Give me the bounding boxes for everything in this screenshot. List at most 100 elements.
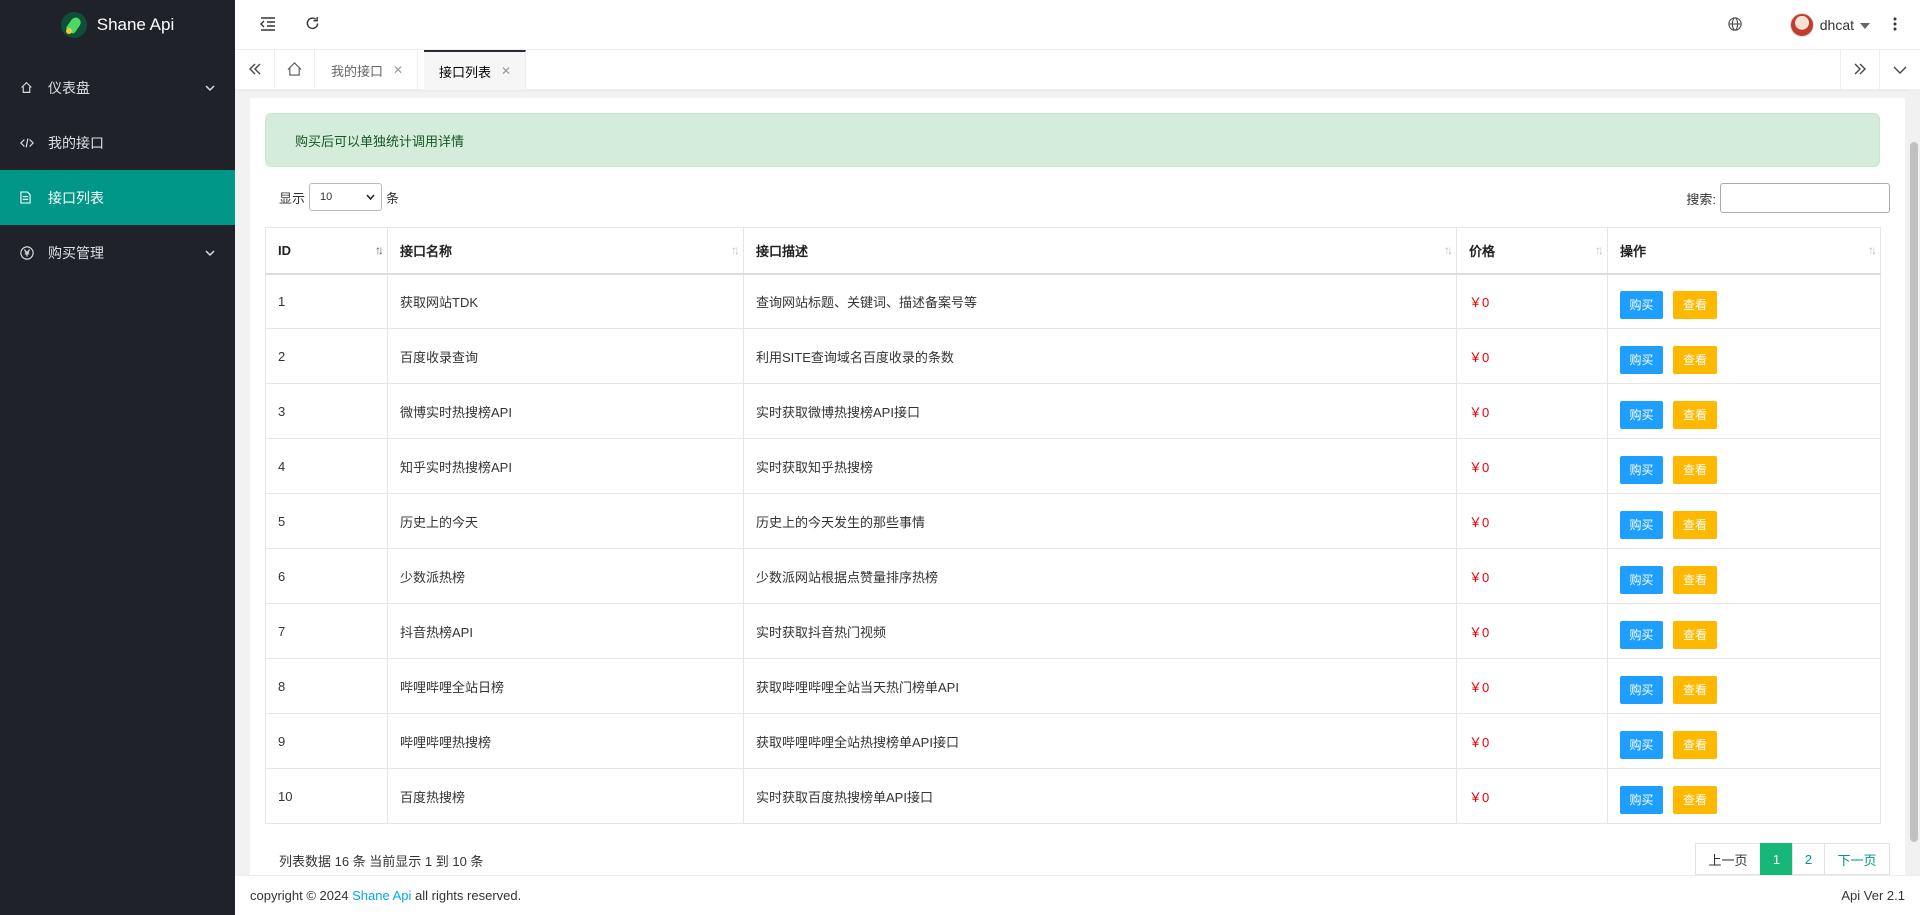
buy-button[interactable]: 购买 — [1620, 290, 1663, 319]
cell-actions: 购买 查看 — [1607, 603, 1881, 659]
buy-button[interactable]: 购买 — [1620, 620, 1663, 649]
tab-api-list[interactable]: 接口列表 ✕ — [424, 50, 527, 90]
brand[interactable]: Shane Api — [0, 0, 235, 50]
close-icon[interactable]: ✕ — [393, 63, 403, 77]
cell-price: ￥0 — [1456, 493, 1608, 549]
view-button[interactable]: 查看 — [1673, 400, 1717, 429]
tabs-scroll-right-button[interactable] — [1840, 50, 1880, 90]
cell-name: 百度热搜榜 — [387, 768, 744, 824]
tab-my-apis[interactable]: 我的接口 ✕ — [316, 50, 419, 90]
toggle-sidebar-button[interactable] — [253, 0, 283, 50]
buy-button[interactable]: 购买 — [1620, 510, 1663, 539]
sort-icon: ↑↓ — [1595, 243, 1604, 257]
cell-description: 实时获取百度热搜榜单API接口 — [743, 768, 1457, 824]
home-tab-button[interactable] — [275, 50, 315, 90]
tabs-bar: 我的接口 ✕ 接口列表 ✕ — [235, 50, 1920, 90]
tabs-menu-button[interactable] — [1880, 50, 1920, 90]
cell-id: 2 — [265, 328, 388, 384]
sidebar-item-api-list[interactable]: 接口列表 — [0, 170, 235, 225]
code-icon — [20, 137, 48, 149]
view-button[interactable]: 查看 — [1673, 785, 1717, 814]
cell-actions: 购买 查看 — [1607, 273, 1881, 329]
column-header-name[interactable]: 接口名称 ↑↓ — [387, 227, 744, 275]
column-header-actions[interactable]: 操作 ↑↓ — [1607, 227, 1881, 275]
view-button[interactable]: 查看 — [1673, 345, 1717, 374]
next-page-button[interactable]: 下一页 — [1824, 843, 1890, 875]
buy-button[interactable]: 购买 — [1620, 785, 1663, 814]
length-suffix: 条 — [386, 190, 400, 206]
globe-icon — [1728, 16, 1742, 34]
view-button[interactable]: 查看 — [1673, 565, 1717, 594]
yen-icon — [20, 245, 48, 260]
page-button-2[interactable]: 2 — [1792, 843, 1825, 875]
page-length-select[interactable]: 10 — [309, 183, 383, 211]
buy-button[interactable]: 购买 — [1620, 730, 1663, 759]
cell-price: ￥0 — [1456, 548, 1608, 604]
search-input[interactable] — [1720, 183, 1890, 213]
tab-label: 我的接口 — [331, 63, 384, 79]
scrollbar[interactable] — [1908, 90, 1920, 875]
double-chevron-right-icon — [1853, 63, 1867, 78]
cell-name: 历史上的今天 — [387, 493, 744, 549]
buy-button[interactable]: 购买 — [1620, 400, 1663, 429]
rocket-logo-icon — [60, 12, 87, 38]
table-row: 4 知乎实时热搜榜API 实时获取知乎热搜榜 ￥0 购买 查看 — [265, 438, 1881, 494]
brand-link[interactable]: Shane Api — [352, 888, 411, 903]
prev-page-button[interactable]: 上一页 — [1695, 843, 1761, 875]
brand-name: Shane Api — [96, 15, 175, 34]
sort-icon: ↑↓ — [1868, 243, 1877, 257]
cell-id: 10 — [265, 768, 388, 824]
length-prefix: 显示 — [279, 190, 306, 206]
cell-id: 8 — [265, 658, 388, 714]
buy-button[interactable]: 购买 — [1620, 675, 1663, 704]
cell-description: 获取哔哩哔哩全站当天热门榜单API — [743, 658, 1457, 714]
more-options-button[interactable] — [1880, 0, 1910, 50]
column-header-description[interactable]: 接口描述 ↑↓ — [743, 227, 1457, 275]
cell-description: 获取哔哩哔哩全站热搜榜单API接口 — [743, 713, 1457, 769]
avatar — [1789, 13, 1814, 37]
view-button[interactable]: 查看 — [1673, 510, 1717, 539]
close-icon[interactable]: ✕ — [501, 64, 511, 78]
chevron-down-icon — [205, 248, 215, 258]
column-header-id[interactable]: ID ↑↓ — [265, 227, 388, 275]
view-button[interactable]: 查看 — [1673, 730, 1717, 759]
view-button[interactable]: 查看 — [1673, 455, 1717, 484]
buy-button[interactable]: 购买 — [1620, 565, 1663, 594]
view-button[interactable]: 查看 — [1673, 675, 1717, 704]
sidebar-item-dashboard[interactable]: 仪表盘 — [0, 60, 235, 115]
refresh-button[interactable] — [297, 0, 327, 50]
cell-price: ￥0 — [1456, 713, 1608, 769]
page-length-control: 显示 10 条 — [279, 183, 399, 211]
cell-description: 历史上的今天发生的那些事情 — [743, 493, 1457, 549]
home-icon — [287, 61, 302, 79]
column-header-price[interactable]: 价格 ↑↓ — [1456, 227, 1608, 275]
indent-icon — [260, 16, 276, 34]
language-button[interactable] — [1720, 0, 1750, 50]
tabs-scroll-left-button[interactable] — [235, 50, 275, 90]
username: dhcat — [1819, 17, 1854, 33]
cell-description: 少数派网站根据点赞量排序热榜 — [743, 548, 1457, 604]
buy-button[interactable]: 购买 — [1620, 455, 1663, 484]
table-row: 2 百度收录查询 利用SITE查询域名百度收录的条数 ￥0 购买 查看 — [265, 328, 1881, 384]
page-button-1[interactable]: 1 — [1760, 843, 1793, 875]
sidebar-item-purchase-management[interactable]: 购买管理 — [0, 225, 235, 280]
cell-actions: 购买 查看 — [1607, 768, 1881, 824]
sidebar-item-my-apis[interactable]: 我的接口 — [0, 115, 235, 170]
cell-id: 4 — [265, 438, 388, 494]
cell-actions: 购买 查看 — [1607, 548, 1881, 604]
copyright: copyright © 2024 Shane Api all rights re… — [250, 888, 522, 903]
scrollbar-thumb[interactable] — [1910, 142, 1918, 842]
table-row: 8 哔哩哔哩全站日榜 获取哔哩哔哩全站当天热门榜单API ￥0 购买 查看 — [265, 658, 1881, 714]
view-button[interactable]: 查看 — [1673, 620, 1717, 649]
cell-actions: 购买 查看 — [1607, 438, 1881, 494]
cell-name: 抖音热榜API — [387, 603, 744, 659]
user-menu[interactable]: dhcat — [1789, 0, 1870, 50]
refresh-icon — [305, 16, 320, 34]
sort-icon: ↑↓ — [375, 243, 384, 257]
cell-actions: 购买 查看 — [1607, 713, 1881, 769]
more-vertical-icon — [1893, 17, 1897, 34]
buy-button[interactable]: 购买 — [1620, 345, 1663, 374]
view-button[interactable]: 查看 — [1673, 290, 1717, 319]
chevron-down-icon — [205, 83, 215, 93]
cell-actions: 购买 查看 — [1607, 493, 1881, 549]
